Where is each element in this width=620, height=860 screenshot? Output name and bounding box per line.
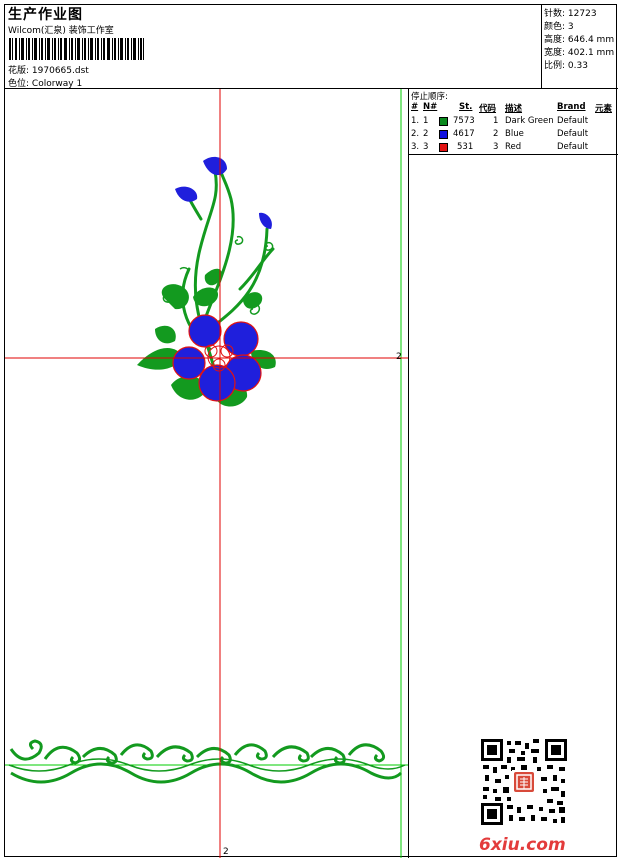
row-code: 1 xyxy=(493,116,499,126)
design-label: 花版: xyxy=(8,66,30,76)
color-swatch xyxy=(439,117,448,126)
row-brand: Default xyxy=(557,142,589,152)
colorway-value: Colorway 1 xyxy=(31,79,83,89)
row-brand: Default xyxy=(557,129,589,139)
page-title: 生产作业图 xyxy=(8,7,83,23)
stop-sequence-table: 停止顺序: # N# St. 代码 描述 Brand 元素 1. 1 7573 … xyxy=(409,89,618,155)
row-code: 3 xyxy=(493,142,499,152)
border-scallops xyxy=(9,739,403,784)
height-label: 高度: xyxy=(544,35,566,45)
stitches-value: 12723 xyxy=(567,9,597,19)
embroidery-preview xyxy=(5,89,408,858)
design-canvas: 2 2 xyxy=(5,89,409,858)
guide-label-right: 2 xyxy=(396,352,402,362)
production-sheet: 生产作业图 Wilcom(汇泉) 装饰工作室 花版: 1970665.dst 色… xyxy=(4,4,618,858)
row-description: Blue xyxy=(505,129,524,139)
design-file: 1970665.dst xyxy=(31,66,89,76)
colors-label: 颜色: xyxy=(544,22,566,32)
watermark: 6xiu.com xyxy=(479,835,566,855)
height-value: 646.4 mm xyxy=(567,35,615,45)
col-index: # xyxy=(411,102,419,112)
col-brand: Brand xyxy=(557,102,586,112)
col-number: N# xyxy=(423,102,438,112)
colors-value: 3 xyxy=(567,22,574,32)
scale-label: 比例: xyxy=(544,61,566,71)
table-row: 2. 2 4617 2 Blue Default xyxy=(409,129,618,142)
barcode xyxy=(9,38,144,60)
row-brand: Default xyxy=(557,116,589,126)
table-row: 1. 1 7573 1 Dark Green Default xyxy=(409,116,618,129)
col-code: 代码 xyxy=(479,104,497,114)
row-stitches: 7573 xyxy=(453,116,475,126)
colorway-line: 色位: Colorway 1 xyxy=(8,76,82,89)
design-file-line: 花版: 1970665.dst xyxy=(8,63,89,76)
guide-label-bottom: 2 xyxy=(223,847,229,857)
table-header: # N# St. 代码 描述 Brand 元素 xyxy=(409,102,618,115)
studio-name: Wilcom(汇泉) 装饰工作室 xyxy=(8,26,114,36)
color-swatch xyxy=(439,143,448,152)
col-stitches: St. xyxy=(459,102,473,112)
row-description: Dark Green xyxy=(505,116,554,126)
qr-code-icon xyxy=(481,739,567,825)
row-index: 2. xyxy=(411,129,420,139)
stop-sequence-panel: 停止顺序: # N# St. 代码 描述 Brand 元素 1. 1 7573 … xyxy=(409,89,618,858)
colorway-label: 色位: xyxy=(8,79,30,89)
stitches-label: 针数: xyxy=(544,9,566,19)
design-stats: 针数: 12723 颜色: 3 高度: 646.4 mm 宽度: 402.1 m… xyxy=(542,5,618,89)
row-index: 1. xyxy=(411,116,420,126)
row-number: 3 xyxy=(423,142,429,152)
row-description: Red xyxy=(505,142,522,152)
row-code: 2 xyxy=(493,129,499,139)
width-label: 宽度: xyxy=(544,48,566,58)
scale-value: 0.33 xyxy=(567,61,588,71)
color-swatch xyxy=(439,130,448,139)
row-number: 1 xyxy=(423,116,429,126)
width-value: 402.1 mm xyxy=(567,48,615,58)
col-description: 描述 xyxy=(505,104,523,114)
stop-sequence-label: 停止顺序: xyxy=(411,92,448,102)
row-index: 3. xyxy=(411,142,420,152)
buds xyxy=(175,156,272,229)
row-number: 2 xyxy=(423,129,429,139)
table-row: 3. 3 531 3 Red Default xyxy=(409,142,618,155)
sheet-header: 生产作业图 Wilcom(汇泉) 装饰工作室 花版: 1970665.dst 色… xyxy=(5,5,542,89)
row-stitches: 4617 xyxy=(453,129,475,139)
row-stitches: 531 xyxy=(457,142,474,152)
col-element: 元素 xyxy=(595,104,613,114)
